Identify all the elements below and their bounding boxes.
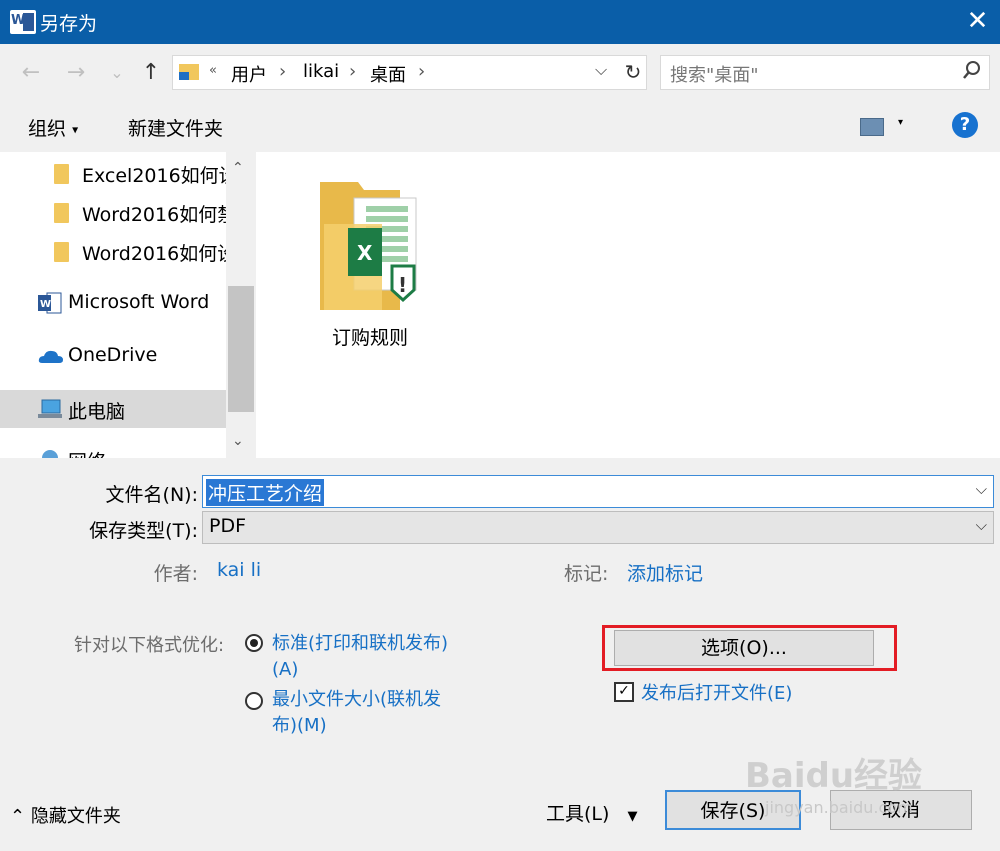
view-icon[interactable] xyxy=(860,118,884,136)
word-icon: W xyxy=(10,10,36,34)
chevron-down-icon[interactable]: ⌵ xyxy=(976,516,987,534)
scrollbar-thumb[interactable] xyxy=(228,286,254,412)
radio-standard-label[interactable]: 标准(打印和联机发布) (A) xyxy=(272,631,448,683)
radio-standard[interactable] xyxy=(245,634,263,652)
search-input[interactable]: 搜索"桌面" xyxy=(660,55,990,90)
tools-label: 工具(L) xyxy=(546,803,610,825)
network-icon xyxy=(42,450,58,458)
filetype-label: 保存类型(T): xyxy=(89,520,198,542)
onedrive-icon xyxy=(38,350,63,363)
computer-icon xyxy=(38,399,62,418)
navigation-pane: Excel2016如何设 Word2016如何禁 Word2016如何设 W M… xyxy=(0,152,258,458)
hide-folders-label: 隐藏文件夹 xyxy=(30,806,121,827)
sidebar-item-microsoft-word[interactable]: W Microsoft Word xyxy=(0,286,226,320)
recent-locations-button[interactable]: ⌄ xyxy=(104,60,130,86)
radio-minimum-size-label[interactable]: 最小文件大小(联机发 布)(M) xyxy=(272,687,441,739)
radio-minimum-line1: 最小文件大小(联机发 xyxy=(272,689,442,710)
radio-standard-line1: 标准(打印和联机发布) xyxy=(272,633,449,654)
chevron-up-icon: ⌃ xyxy=(10,806,26,827)
author-label: 作者: xyxy=(153,563,198,585)
sidebar-item-label: Microsoft Word xyxy=(68,291,210,313)
new-folder-button[interactable]: 新建文件夹 xyxy=(128,114,223,141)
sidebar-item-this-pc[interactable]: 此电脑 xyxy=(0,390,226,428)
file-item-label[interactable]: 订购规则 xyxy=(318,323,422,350)
filename-input[interactable]: 冲压工艺介绍 ⌵ xyxy=(202,475,994,508)
organize-menu[interactable]: 组织 ▾ xyxy=(28,114,78,141)
sidebar-item-word2016-b[interactable]: Word2016如何设 xyxy=(0,234,226,268)
forward-button[interactable]: → xyxy=(63,60,89,86)
up-folder-button[interactable]: ↑ xyxy=(138,60,164,86)
radio-minimum-line2: 布)(M) xyxy=(272,715,327,736)
refresh-icon[interactable]: ↻ xyxy=(620,58,646,86)
word-icon: W xyxy=(38,292,62,314)
title-bar xyxy=(0,0,1000,44)
chevron-down-icon[interactable]: ⌵ xyxy=(976,480,987,498)
filetype-value: PDF xyxy=(209,515,247,537)
sidebar-item-excel2016[interactable]: Excel2016如何设 xyxy=(0,156,226,190)
breadcrumb-users[interactable]: 用户 xyxy=(231,61,267,87)
tags-input[interactable]: 添加标记 xyxy=(627,559,703,586)
folder-icon xyxy=(179,64,199,80)
sidebar-item-label: 网络 xyxy=(68,447,106,458)
window-title: 另存为 xyxy=(40,13,98,35)
hide-folders-toggle[interactable]: ⌃ 隐藏文件夹 xyxy=(10,802,121,828)
tags-label: 标记: xyxy=(564,563,609,585)
sidebar-item-network[interactable]: 网络 xyxy=(0,442,226,458)
filename-label: 文件名(N): xyxy=(105,484,198,506)
chevron-down-icon[interactable]: ⌵ xyxy=(595,60,607,80)
filetype-select[interactable]: PDF ⌵ xyxy=(202,511,994,544)
scroll-down-arrow[interactable]: ⌄ xyxy=(232,433,244,449)
breadcrumb-desktop[interactable]: 桌面 xyxy=(370,61,406,87)
sidebar-item-label: Word2016如何设 xyxy=(82,243,226,265)
watermark-brand: Baidu经验 xyxy=(745,756,923,796)
chevron-down-icon: ▾ xyxy=(72,122,79,137)
sidebar-item-label: Excel2016如何设 xyxy=(82,165,226,187)
sidebar-item-label: 此电脑 xyxy=(68,401,126,423)
folder-icon xyxy=(54,203,69,223)
svg-text:!: ! xyxy=(398,273,407,297)
watermark-url: jingyan.baidu.com xyxy=(765,798,913,817)
baidu-watermark: Baidu经验 jingyan.baidu.com xyxy=(745,746,965,826)
sidebar-item-onedrive[interactable]: OneDrive xyxy=(0,339,226,373)
breadcrumb-likai[interactable]: likai xyxy=(303,61,339,82)
tools-menu[interactable]: 工具(L) ▼ xyxy=(546,799,637,826)
open-after-publish-label[interactable]: 发布后打开文件(E) xyxy=(641,679,792,705)
close-button[interactable]: ✕ xyxy=(955,0,1000,44)
scroll-up-arrow[interactable]: ⌃ xyxy=(232,160,244,176)
filename-value[interactable]: 冲压工艺介绍 xyxy=(206,479,325,506)
help-button[interactable]: ? xyxy=(952,112,978,138)
sidebar-item-word2016-a[interactable]: Word2016如何禁 xyxy=(0,195,226,229)
sidebar-item-label: Word2016如何禁 xyxy=(82,204,226,226)
address-bar[interactable]: « 用户 › likai › 桌面 › ⌵ xyxy=(172,55,647,90)
organize-label: 组织 xyxy=(28,118,67,140)
optimize-label: 针对以下格式优化: xyxy=(74,635,225,656)
breadcrumb-separator[interactable]: › xyxy=(349,61,356,82)
svg-text:W: W xyxy=(40,299,51,310)
breadcrumb-overflow[interactable]: « xyxy=(209,63,217,78)
chevron-down-icon[interactable]: ▾ xyxy=(898,117,903,128)
options-button[interactable]: 选项(O)... xyxy=(614,630,874,666)
breadcrumb-separator[interactable]: › xyxy=(279,61,286,82)
search-icon[interactable] xyxy=(962,60,982,85)
breadcrumb-separator[interactable]: › xyxy=(418,61,425,82)
radio-minimum-size[interactable] xyxy=(245,692,263,710)
sidebar-item-label: OneDrive xyxy=(68,344,158,366)
svg-text:X: X xyxy=(357,241,373,265)
open-after-publish-checkbox[interactable]: ✓ xyxy=(614,682,634,702)
back-button[interactable]: ← xyxy=(18,60,44,86)
chevron-down-icon: ▼ xyxy=(627,809,638,824)
folder-icon xyxy=(54,242,69,262)
author-value[interactable]: kai li xyxy=(217,559,261,581)
radio-standard-line2: (A) xyxy=(272,659,299,680)
excel-folder-icon[interactable]: X X ! xyxy=(318,180,422,316)
folder-icon xyxy=(54,164,69,184)
